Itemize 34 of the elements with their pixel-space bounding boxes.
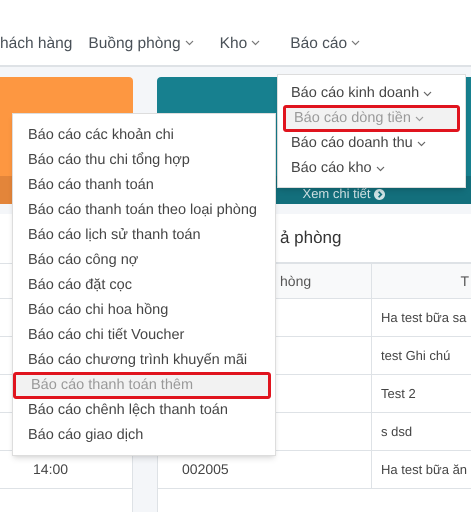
details-link[interactable]: Xem chi tiết: [302, 184, 370, 203]
column-header: T: [460, 272, 469, 290]
table-cell-text: Ha test bữa ăn: [381, 460, 468, 479]
caret-icon: [423, 90, 432, 96]
menu-item[interactable]: Báo cáo đặt cọc: [13, 273, 271, 298]
menu-item[interactable]: Báo cáo thanh toán: [13, 173, 271, 198]
menu-item[interactable]: Báo cáo công nợ: [13, 248, 271, 273]
menu-item[interactable]: Báo cáo thu chi tổng hợp: [13, 148, 271, 173]
menu-item[interactable]: Báo cáo chi hoa hồng: [13, 298, 271, 323]
menu-item[interactable]: Báo cáo giao dịch: [13, 423, 271, 448]
menu-item[interactable]: Báo cáo thanh toán theo loại phòng: [13, 198, 271, 223]
nav-link[interactable]: Kho: [220, 32, 260, 55]
menu-item[interactable]: Báo cáo chương trình khuyến mãi: [13, 348, 271, 373]
menu-item[interactable]: Báo cáo kinh doanh: [283, 81, 460, 106]
table-cell-text: Ha test bữa sa: [381, 308, 466, 327]
menu-item[interactable]: Báo cáo chênh lệch thanh toán: [13, 398, 271, 423]
caret-icon: [416, 140, 426, 146]
nav-link[interactable]: hách hàng: [0, 32, 72, 55]
menu-item[interactable]: Báo cáo chi tiết Voucher: [13, 323, 271, 348]
nav-link[interactable]: Báo cáo: [290, 32, 360, 55]
menu-item[interactable]: Báo cáo doanh thu: [283, 131, 460, 156]
menu-item[interactable]: Báo cáo lịch sử thanh toán: [13, 223, 271, 248]
table-cell-text: Test 2: [381, 384, 416, 403]
caret-icon: [414, 116, 424, 122]
table-cell-text: test Ghi chú: [381, 346, 450, 365]
table-cell-text: s dsd: [381, 422, 412, 441]
card-title: ả phòng: [280, 227, 342, 250]
column-header: hòng: [280, 272, 312, 291]
table-cell-text: 002005: [182, 460, 229, 479]
table-cell-text: 14:00: [33, 460, 68, 479]
menu-item[interactable]: Báo cáo các khoản chi: [13, 123, 271, 148]
caret-icon: [376, 166, 385, 172]
menu-item[interactable]: Báo cáo kho: [283, 156, 460, 181]
nav-link[interactable]: Buồng phòng: [88, 32, 194, 55]
